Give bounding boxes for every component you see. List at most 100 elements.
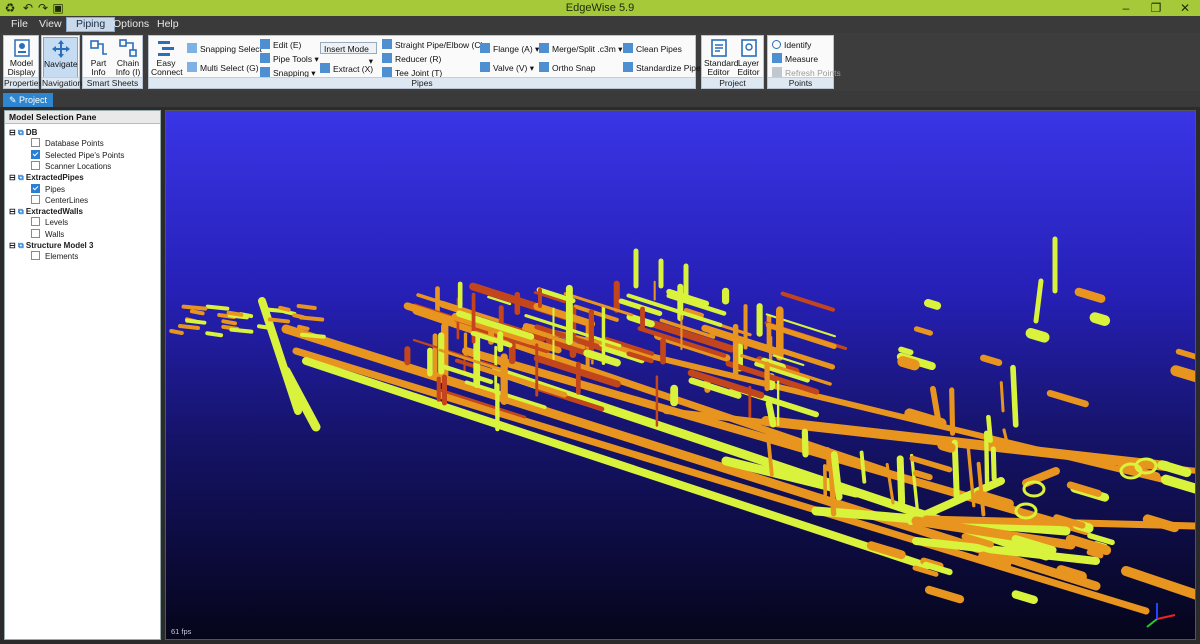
tree-item[interactable]: Pipes bbox=[31, 183, 65, 195]
tree-item[interactable]: CenterLines bbox=[31, 194, 88, 206]
pipe-model-render[interactable] bbox=[166, 111, 1196, 640]
pipe-segment[interactable] bbox=[780, 291, 836, 312]
pipe-segment[interactable] bbox=[923, 298, 942, 310]
layer-checkbox[interactable] bbox=[31, 228, 40, 238]
layer-checkbox[interactable] bbox=[31, 251, 40, 261]
tree-item[interactable]: Selected Pipe's Points bbox=[31, 149, 124, 161]
insert-mode-select[interactable]: Insert Mode ▾ bbox=[320, 42, 377, 66]
pipe-segment[interactable] bbox=[978, 551, 1012, 569]
maximize-button[interactable]: ❐ bbox=[1141, 0, 1171, 16]
part-info-button[interactable]: Part Info (Q) bbox=[85, 37, 112, 86]
pipe-segment[interactable] bbox=[825, 447, 831, 472]
pipe-segment[interactable] bbox=[256, 324, 275, 331]
layer-checkbox[interactable] bbox=[31, 149, 40, 159]
pipe-segment[interactable] bbox=[1121, 566, 1196, 600]
tree-item[interactable]: Elements bbox=[31, 251, 78, 262]
pipe-segment[interactable] bbox=[439, 300, 472, 317]
layer-checkbox[interactable] bbox=[31, 138, 40, 148]
layer-checkbox[interactable] bbox=[31, 160, 40, 170]
tab-project[interactable]: ✎ Project bbox=[3, 93, 53, 107]
pipe-segment[interactable] bbox=[1010, 364, 1019, 428]
pipe-segment[interactable] bbox=[278, 305, 291, 312]
pipe-segment[interactable] bbox=[909, 455, 953, 473]
ortho-snap-button[interactable]: Ortho Snap bbox=[539, 62, 595, 74]
standardize-pipes-button[interactable]: Standardize Pipes bbox=[623, 62, 705, 74]
pipe-segment[interactable] bbox=[830, 451, 843, 501]
layer-checkbox[interactable] bbox=[31, 217, 40, 227]
snapping-select-button[interactable]: Snapping Select bbox=[187, 43, 262, 55]
pipe-segment[interactable] bbox=[898, 346, 914, 356]
pipe-segment[interactable] bbox=[896, 455, 906, 506]
collapse-icon[interactable]: ⊟ bbox=[9, 241, 18, 250]
layer-checkbox[interactable] bbox=[31, 183, 40, 193]
tree-group[interactable]: ⊟ ⧉ Structure Model 3 bbox=[9, 240, 93, 251]
pipe-segment[interactable] bbox=[1175, 348, 1196, 360]
pipe-segment[interactable] bbox=[205, 331, 224, 338]
3d-viewport[interactable]: 61 fps bbox=[165, 110, 1196, 640]
collapse-icon[interactable]: ⊟ bbox=[9, 207, 18, 216]
pipe-segment[interactable] bbox=[1157, 460, 1192, 478]
pipe-segment[interactable] bbox=[1056, 565, 1087, 582]
pipe-segment[interactable] bbox=[205, 304, 230, 311]
pipe-segment[interactable] bbox=[1025, 327, 1050, 343]
flange-dropdown[interactable]: Flange (A) ▾ bbox=[480, 43, 539, 55]
pipe-segment[interactable] bbox=[181, 304, 208, 311]
pipe-segment[interactable] bbox=[1089, 312, 1111, 326]
pipe-segment[interactable] bbox=[859, 450, 867, 484]
pipe-segment[interactable] bbox=[765, 400, 777, 428]
pipe-segment[interactable] bbox=[949, 387, 956, 436]
extract-button[interactable]: Extract (X) bbox=[320, 63, 373, 75]
reducer-button[interactable]: Reducer (R) bbox=[382, 53, 441, 65]
pipe-segment[interactable] bbox=[296, 304, 317, 311]
pipe-segment[interactable] bbox=[1170, 365, 1196, 383]
pipe-segment[interactable] bbox=[779, 348, 836, 370]
pipe-segment[interactable] bbox=[897, 356, 920, 371]
tree-item[interactable]: Walls bbox=[31, 228, 64, 240]
pipe-segment[interactable] bbox=[1046, 389, 1089, 408]
pipe-segment[interactable] bbox=[297, 324, 310, 331]
merge-split-dropdown[interactable]: Merge/Split .c3m ▾ bbox=[539, 43, 622, 55]
minimize-button[interactable]: – bbox=[1111, 0, 1141, 16]
layer-editor-button[interactable]: Layer Editor bbox=[735, 37, 762, 78]
edit-button[interactable]: Edit (E) bbox=[260, 39, 301, 51]
pipe-segment[interactable] bbox=[951, 439, 960, 501]
easy-connect-button[interactable]: Easy Connect bbox=[151, 37, 183, 78]
layer-checkbox[interactable] bbox=[31, 194, 40, 204]
pipe-segment[interactable] bbox=[976, 461, 986, 517]
pipe-segment[interactable] bbox=[178, 324, 200, 331]
pipe-segment[interactable] bbox=[1074, 287, 1106, 303]
pipe-segment[interactable] bbox=[913, 326, 933, 336]
pipe-segment[interactable] bbox=[1033, 278, 1044, 324]
measure-button[interactable]: Measure bbox=[772, 53, 818, 65]
tree-item[interactable]: Scanner Locations bbox=[31, 160, 111, 172]
collapse-icon[interactable]: ⊟ bbox=[9, 173, 18, 182]
pipe-segment[interactable] bbox=[990, 446, 997, 482]
close-button[interactable]: ✕ bbox=[1170, 0, 1200, 16]
clean-pipes-button[interactable]: Clean Pipes bbox=[623, 43, 682, 55]
pipe-segment[interactable] bbox=[937, 440, 956, 453]
menu-help[interactable]: Help bbox=[148, 17, 188, 32]
navigate-button[interactable]: Navigate bbox=[43, 37, 78, 78]
pipe-segment[interactable] bbox=[912, 470, 933, 481]
pipe-segment[interactable] bbox=[980, 354, 1003, 367]
pipe-segment[interactable] bbox=[925, 585, 965, 604]
pipe-segment[interactable] bbox=[299, 332, 326, 339]
pipe-segment[interactable] bbox=[189, 309, 205, 316]
straight-pipe-button[interactable]: Straight Pipe/Elbow (C) bbox=[382, 39, 483, 51]
pipe-segment[interactable] bbox=[185, 318, 207, 325]
pipe-segment[interactable] bbox=[226, 310, 244, 317]
tree-item[interactable]: Levels bbox=[31, 217, 68, 228]
pipe-segment[interactable] bbox=[229, 327, 254, 334]
tree-group[interactable]: ⊟ ⧉ DB bbox=[9, 127, 37, 138]
tree-group[interactable]: ⊟ ⧉ ExtractedWalls bbox=[9, 206, 83, 217]
pipe-segment[interactable] bbox=[258, 297, 302, 415]
multi-select-button[interactable]: Multi Select (G) bbox=[187, 62, 259, 74]
pipe-segment[interactable] bbox=[1086, 549, 1104, 559]
chain-info-button[interactable]: Chain Info (I) bbox=[114, 37, 142, 78]
collapse-icon[interactable]: ⊟ bbox=[9, 128, 18, 137]
tree-group[interactable]: ⊟ ⧉ ExtractedPipes bbox=[9, 172, 84, 183]
pipe-segment[interactable] bbox=[221, 319, 238, 326]
pipe-tools-dropdown[interactable]: Pipe Tools ▾ bbox=[260, 53, 319, 65]
menu-view[interactable]: View bbox=[30, 17, 71, 32]
pipe-segment[interactable] bbox=[292, 313, 306, 320]
